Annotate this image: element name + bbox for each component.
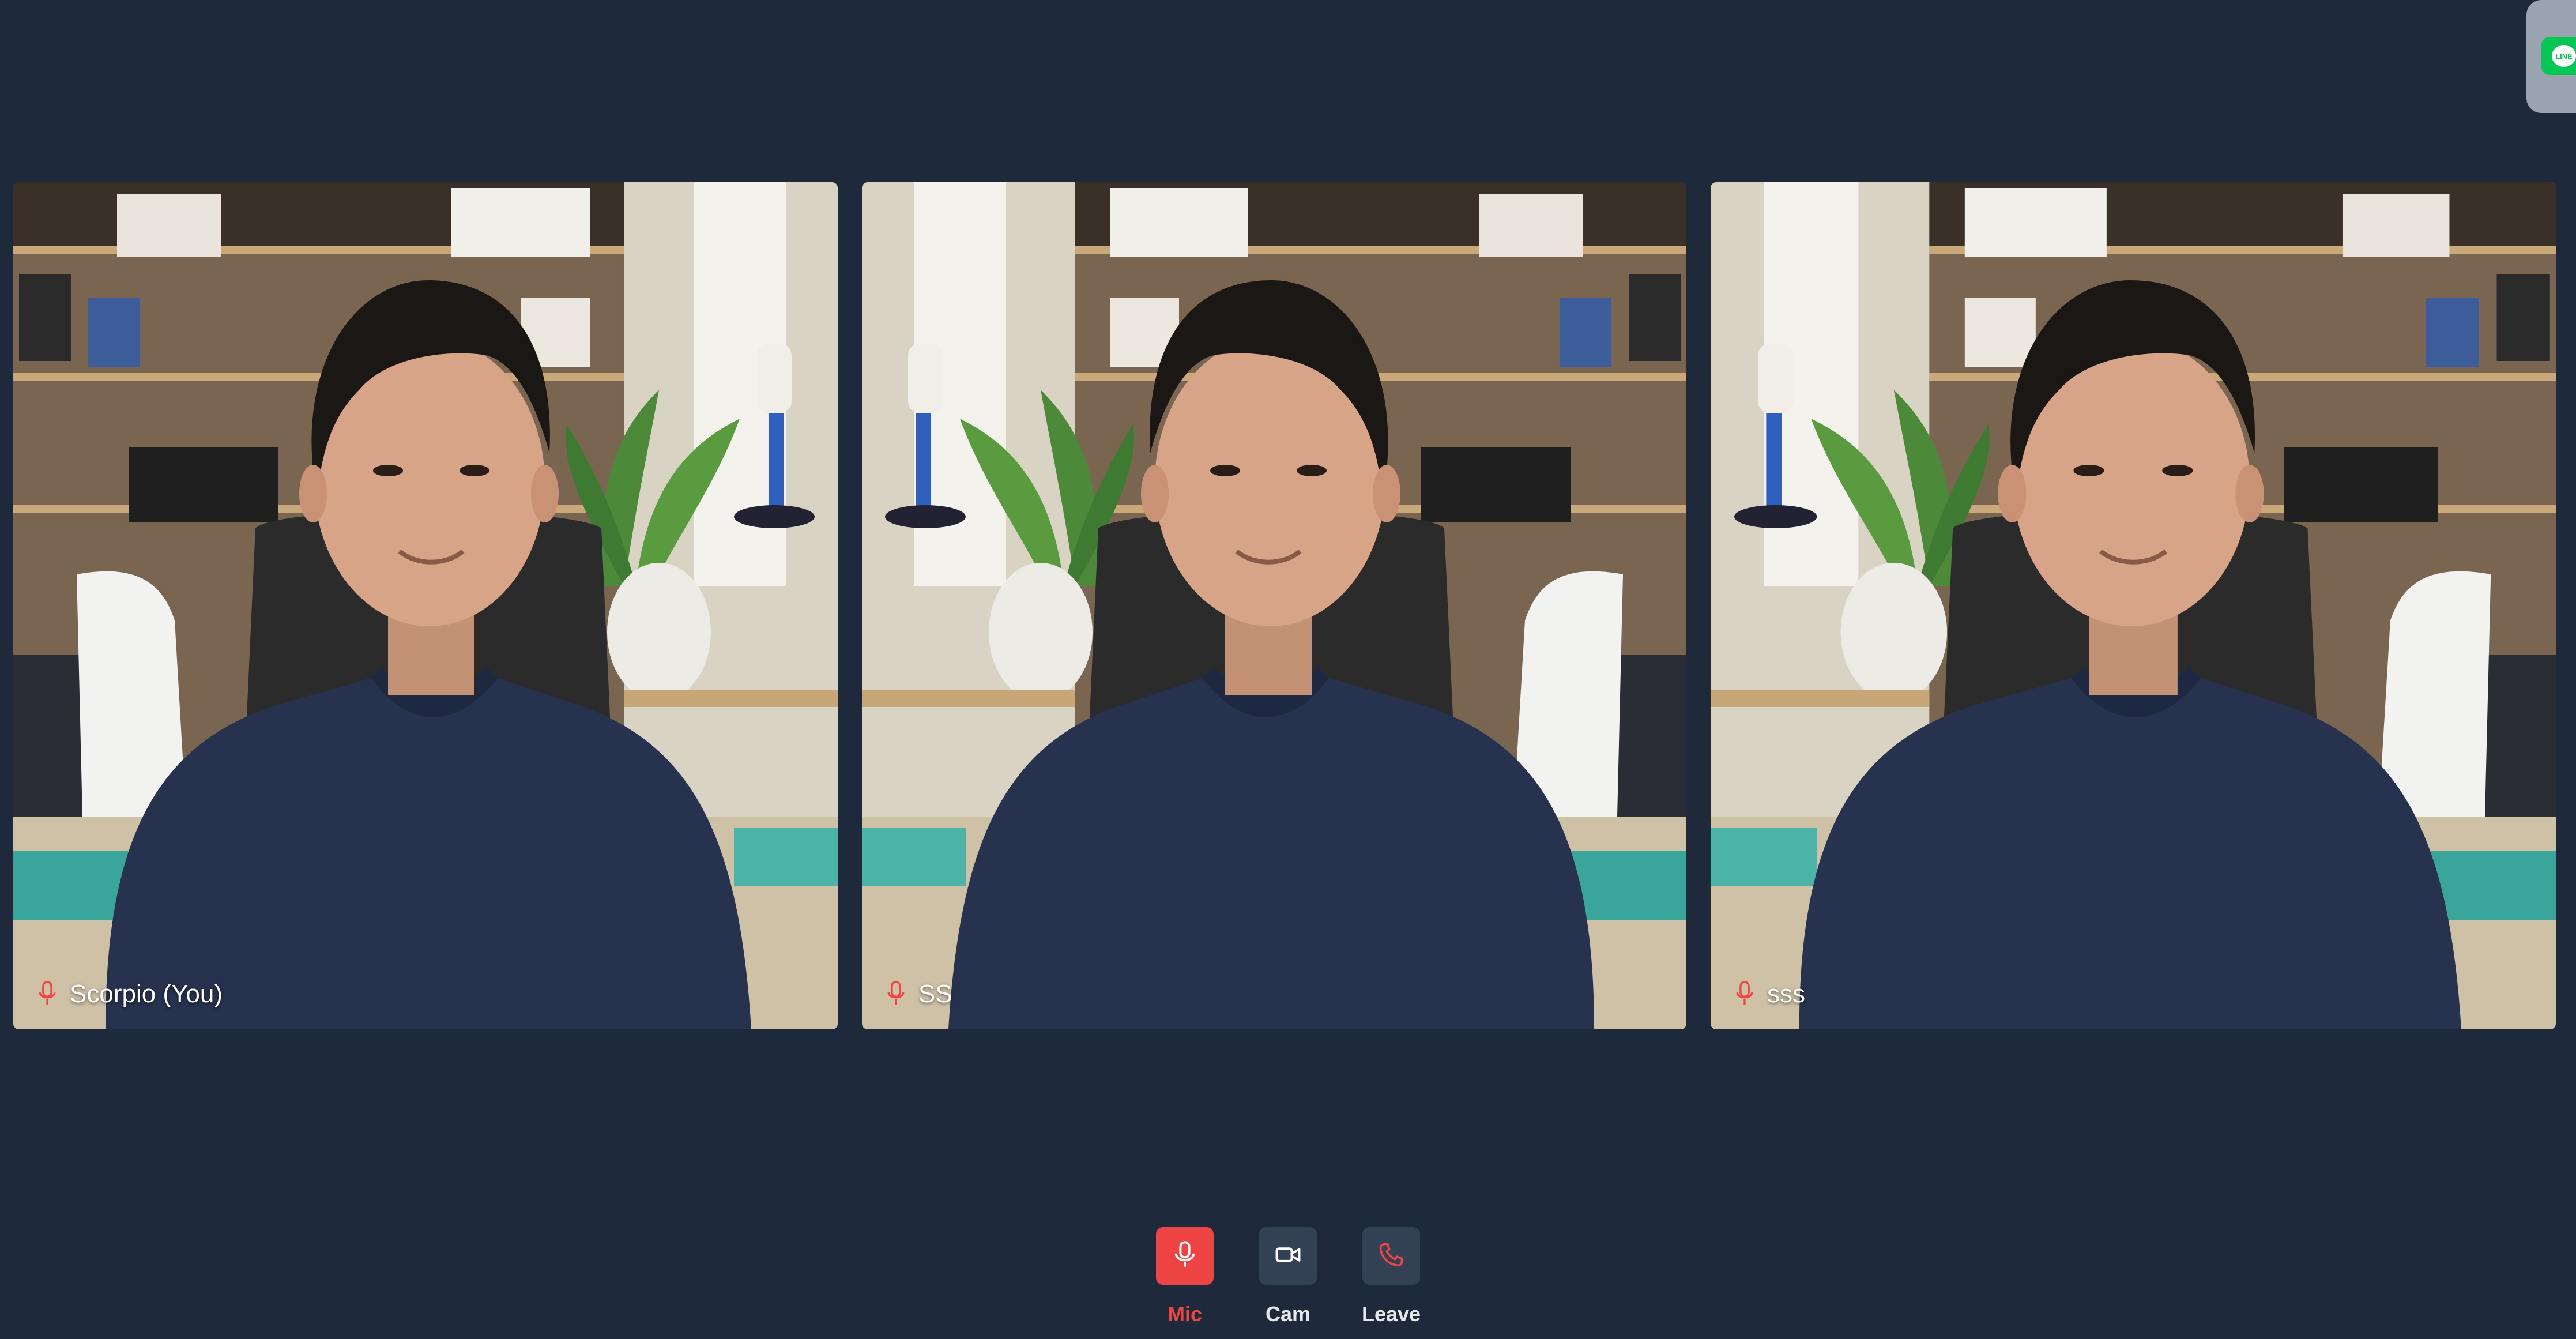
cam-button[interactable]: Cam xyxy=(1259,1227,1317,1326)
participant-name-tag: SS xyxy=(886,980,952,1009)
mic-button-face[interactable] xyxy=(1156,1227,1214,1285)
mic-muted-icon xyxy=(1735,980,1754,1008)
participant-name: Scorpio (You) xyxy=(70,980,223,1008)
participant-name: sss xyxy=(1767,980,1805,1008)
video-tile[interactable]: sss xyxy=(1711,182,2556,1029)
cam-button-label: Cam xyxy=(1265,1302,1311,1326)
mic-button[interactable]: Mic xyxy=(1156,1227,1214,1326)
participant-name-tag: sss xyxy=(1735,980,1805,1009)
call-control-bar: Mic Cam Leave xyxy=(0,1227,2576,1326)
mic-muted-icon xyxy=(37,980,57,1008)
video-grid: Scorpio (You) SS sss xyxy=(13,182,2556,1029)
side-widget-tab[interactable]: LINE xyxy=(2526,0,2576,113)
participant-name: SS xyxy=(918,980,952,1008)
leave-button-face[interactable] xyxy=(1362,1227,1420,1285)
mic-muted-icon xyxy=(886,980,906,1008)
meeting-screen: LINE Scorpio (You) SS sss Mic Cam Leave xyxy=(0,0,2576,1339)
leave-button[interactable]: Leave xyxy=(1361,1227,1421,1326)
video-tile[interactable]: Scorpio (You) xyxy=(13,182,838,1029)
line-app-icon[interactable]: LINE xyxy=(2541,37,2576,75)
participant-video xyxy=(1711,182,2556,1029)
mic-button-label: Mic xyxy=(1167,1302,1202,1326)
video-tile[interactable]: SS xyxy=(862,182,1686,1029)
leave-button-label: Leave xyxy=(1361,1302,1421,1326)
cam-button-face[interactable] xyxy=(1259,1227,1317,1285)
line-icon-label: LINE xyxy=(2552,45,2576,67)
participant-video xyxy=(13,182,838,1029)
video-camera-icon xyxy=(1273,1240,1303,1273)
participant-name-tag: Scorpio (You) xyxy=(37,980,223,1009)
phone-icon xyxy=(1376,1240,1406,1273)
microphone-icon xyxy=(1170,1240,1200,1273)
participant-video xyxy=(862,182,1686,1029)
